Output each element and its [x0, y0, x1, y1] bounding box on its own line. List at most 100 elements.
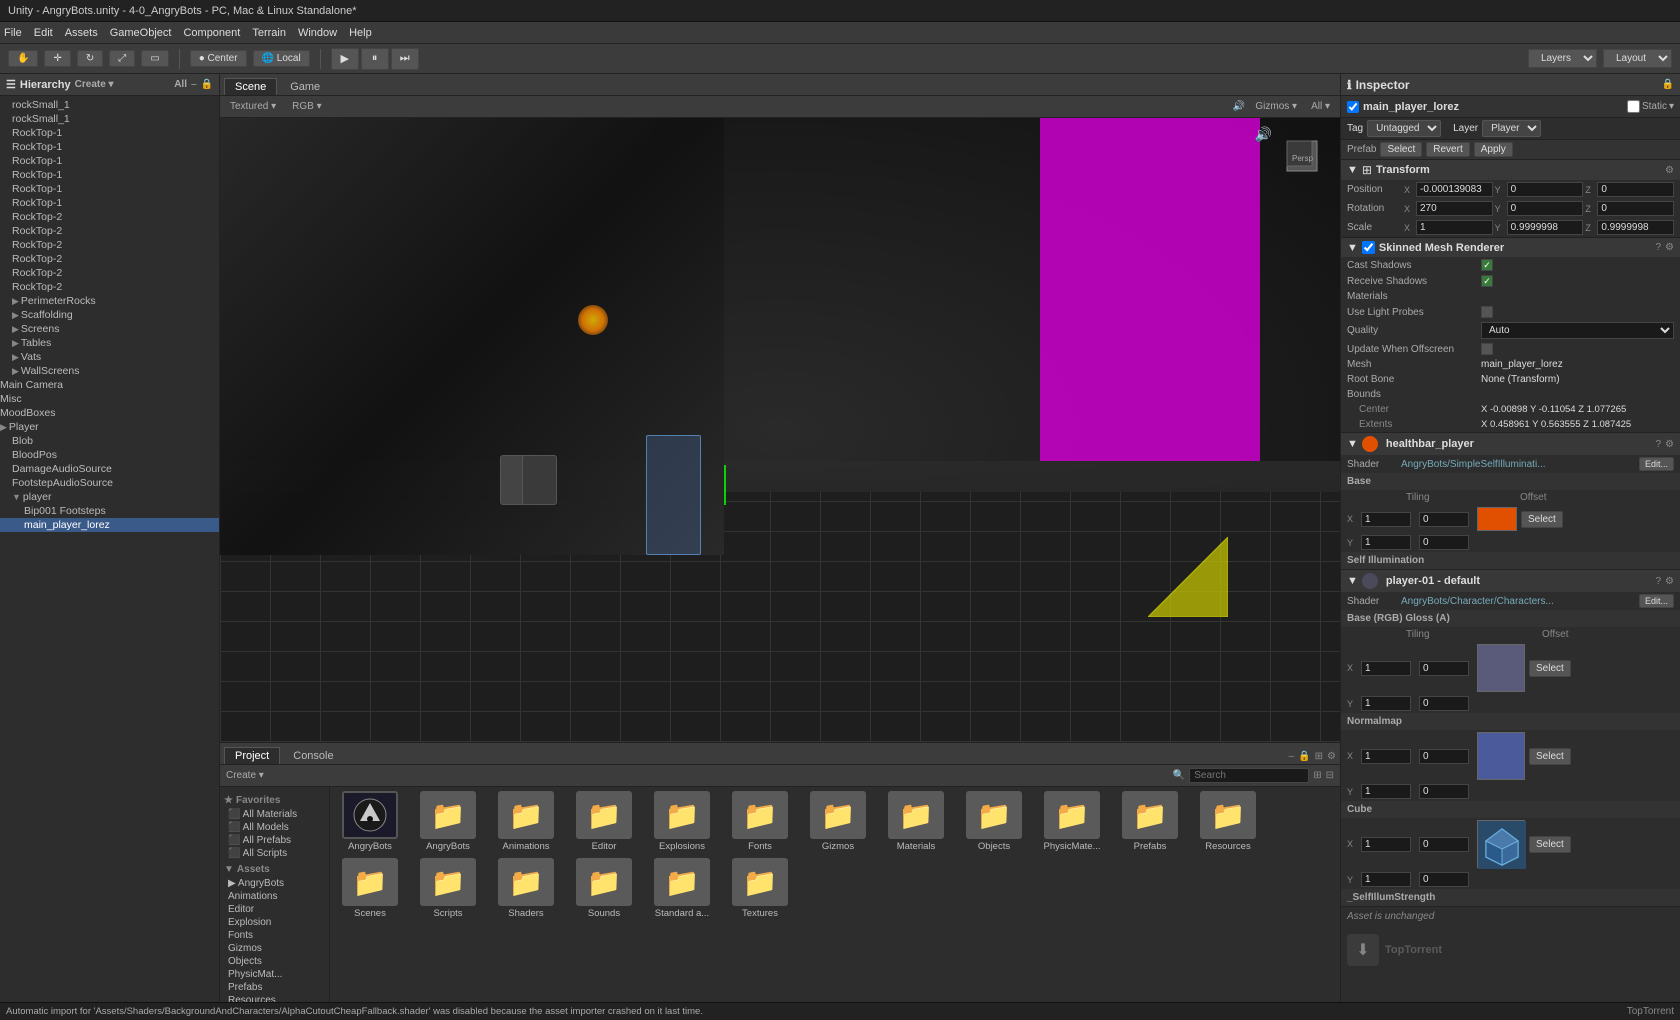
tree-prefabs[interactable]: Prefabs — [224, 981, 325, 994]
use-light-probes-check[interactable] — [1481, 306, 1493, 318]
quality-select[interactable]: Auto — [1481, 322, 1674, 339]
folder-angrybots[interactable]: 📁 AngryBots — [412, 791, 484, 852]
base1-color-swatch[interactable] — [1477, 507, 1517, 531]
project-create-btn[interactable]: Create ▾ — [226, 770, 264, 781]
rect-tool[interactable]: ▭ — [141, 50, 168, 67]
material2-question[interactable]: ? — [1655, 576, 1661, 587]
transform-gear[interactable]: ⚙ — [1665, 165, 1674, 176]
skinned-mesh-question[interactable]: ? — [1655, 242, 1661, 253]
receive-shadows-check[interactable]: ✓ — [1481, 275, 1493, 287]
transform-header[interactable]: ▼ ⊞ Transform ⚙ — [1341, 160, 1680, 180]
gizmos-btn[interactable]: Gizmos ▾ — [1251, 100, 1301, 113]
hier-item-player-child[interactable]: ▼player — [0, 490, 219, 504]
material2-gear[interactable]: ⚙ — [1665, 576, 1674, 587]
tiling1-y-input[interactable] — [1361, 535, 1411, 550]
space-toggle[interactable]: 🌐 Local — [253, 50, 310, 67]
hier-item-vats[interactable]: ▶Vats — [0, 350, 219, 364]
hier-item-rocktop1e[interactable]: RockTop-1 — [0, 182, 219, 196]
folder-objects[interactable]: 📁 Objects — [958, 791, 1030, 852]
folder-textures[interactable]: 📁 Textures — [724, 858, 796, 919]
material1-gear[interactable]: ⚙ — [1665, 439, 1674, 450]
folder-resources[interactable]: 📁 Resources — [1192, 791, 1264, 852]
tree-objects[interactable]: Objects — [224, 955, 325, 968]
folder-gizmos[interactable]: 📁 Gizmos — [802, 791, 874, 852]
bottom-collapse-btn[interactable]: – — [1289, 751, 1295, 762]
skinned-mesh-gear[interactable]: ⚙ — [1665, 242, 1674, 253]
scene-channels-btn[interactable]: RGB ▾ — [288, 100, 325, 113]
hier-item-scaffolding[interactable]: ▶Scaffolding — [0, 308, 219, 322]
cast-shadows-check[interactable]: ✓ — [1481, 259, 1493, 271]
folder-scripts[interactable]: 📁 Scripts — [412, 858, 484, 919]
bottom-expand-btn[interactable]: ⊞ — [1315, 751, 1323, 762]
tiling1-x-input[interactable] — [1361, 512, 1411, 527]
shader1-edit-btn[interactable]: Edit... — [1639, 457, 1674, 471]
fav-all-prefabs[interactable]: ⬛ All Prefabs — [224, 834, 325, 847]
update-offscreen-check[interactable] — [1481, 343, 1493, 355]
hand-tool[interactable]: ✋ — [8, 50, 38, 67]
layout-dropdown[interactable]: Layout — [1603, 49, 1672, 68]
hier-item-rocktop2d[interactable]: RockTop-2 — [0, 252, 219, 266]
hier-item-misc[interactable]: Misc — [0, 392, 219, 406]
hier-item-rocktop2a[interactable]: RockTop-2 — [0, 210, 219, 224]
hier-item-bip001[interactable]: Bip001 Footsteps — [0, 504, 219, 518]
tiling2-y-input[interactable] — [1361, 696, 1411, 711]
rot-z-input[interactable] — [1597, 201, 1674, 216]
hierarchy-all[interactable]: All — [174, 79, 187, 90]
offset1-y-input[interactable] — [1419, 535, 1469, 550]
normalmap-select-btn[interactable]: Select — [1529, 748, 1571, 765]
bottom-gear-btn[interactable]: ⚙ — [1327, 751, 1336, 762]
tab-console[interactable]: Console — [282, 747, 344, 764]
tree-fonts[interactable]: Fonts — [224, 929, 325, 942]
tree-angrybots[interactable]: ▶ AngryBots — [224, 877, 325, 890]
scene-mode-btn[interactable]: Textured ▾ — [226, 100, 280, 113]
rotate-tool[interactable]: ↻ — [77, 50, 103, 67]
tree-gizmos[interactable]: Gizmos — [224, 942, 325, 955]
offset-cube-x[interactable] — [1419, 837, 1469, 852]
prefab-revert-btn[interactable]: Revert — [1426, 142, 1469, 157]
large-icons-btn[interactable]: ⊟ — [1326, 770, 1334, 781]
play-button[interactable]: ▶ — [331, 48, 359, 70]
scale-tool[interactable]: ⤢ — [109, 50, 135, 67]
hier-item-damageaudio[interactable]: DamageAudioSource — [0, 462, 219, 476]
inspector-lock[interactable]: 🔒 — [1662, 79, 1674, 90]
skinned-mesh-toggle[interactable] — [1362, 241, 1375, 254]
tiling2-x-input[interactable] — [1361, 661, 1411, 676]
folder-animations[interactable]: 📁 Animations — [490, 791, 562, 852]
step-button[interactable]: ⏭ — [391, 48, 419, 70]
hierarchy-create[interactable]: Create ▾ — [75, 79, 114, 90]
menu-assets[interactable]: Assets — [65, 27, 98, 39]
scale-y-input[interactable] — [1507, 220, 1584, 235]
hier-item-rocksmall1a[interactable]: rockSmall_1 — [0, 98, 219, 112]
move-tool[interactable]: ✛ — [44, 50, 70, 67]
static-checkbox[interactable] — [1627, 100, 1640, 113]
material1-question[interactable]: ? — [1655, 439, 1661, 450]
hier-item-rocksmall1b[interactable]: rockSmall_1 — [0, 112, 219, 126]
offset-cube-y[interactable] — [1419, 872, 1469, 887]
menu-help[interactable]: Help — [349, 27, 372, 39]
menu-terrain[interactable]: Terrain — [252, 27, 286, 39]
folder-fonts[interactable]: 📁 Fonts — [724, 791, 796, 852]
offset2-x-input[interactable] — [1419, 661, 1469, 676]
pause-button[interactable]: ⏸ — [361, 48, 389, 70]
tree-resources[interactable]: Resources — [224, 994, 325, 1002]
hier-item-rocktop2b[interactable]: RockTop-2 — [0, 224, 219, 238]
folder-sounds[interactable]: 📁 Sounds — [568, 858, 640, 919]
hier-item-blob[interactable]: Blob — [0, 434, 219, 448]
hier-item-rocktop1d[interactable]: RockTop-1 — [0, 168, 219, 182]
folder-scenes[interactable]: 📁 Scenes — [334, 858, 406, 919]
hier-item-wallscreens[interactable]: ▶WallScreens — [0, 364, 219, 378]
hier-item-rocktop2f[interactable]: RockTop-2 — [0, 280, 219, 294]
menu-edit[interactable]: Edit — [34, 27, 53, 39]
offset2-y-input[interactable] — [1419, 696, 1469, 711]
scene-all-btn[interactable]: All ▾ — [1307, 100, 1334, 113]
fav-all-materials[interactable]: ⬛ All Materials — [224, 808, 325, 821]
tree-explosion[interactable]: Explosion — [224, 916, 325, 929]
menu-component[interactable]: Component — [183, 27, 240, 39]
obj-active-checkbox[interactable] — [1347, 101, 1359, 113]
scale-z-input[interactable] — [1597, 220, 1674, 235]
material1-header[interactable]: ▼ healthbar_player ? ⚙ — [1341, 433, 1680, 455]
static-arrow[interactable]: ▾ — [1669, 101, 1674, 112]
pos-x-input[interactable] — [1416, 182, 1493, 197]
viewport[interactable]: Persp 🔊 — [220, 118, 1340, 742]
tree-editor[interactable]: Editor — [224, 903, 325, 916]
